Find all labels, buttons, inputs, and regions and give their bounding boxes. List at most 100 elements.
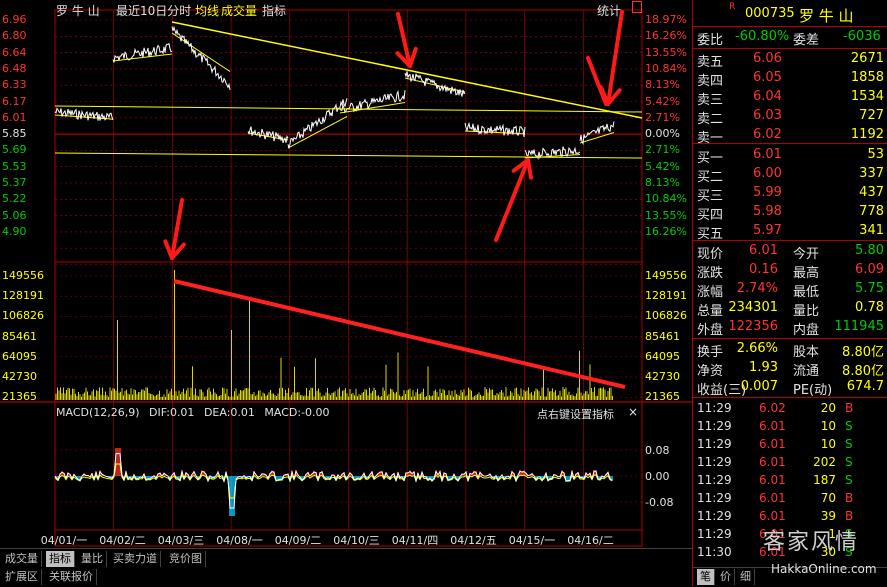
volume-tick-right: 128191 [645, 289, 687, 303]
chart-header: 罗 牛 山 最近10日分时 均线 成交量 指标 统计 [0, 0, 692, 18]
intraday-chart-area[interactable]: 罗 牛 山 最近10日分时 均线 成交量 指标 统计 6.96 6.80 6.64 6… [0, 0, 692, 587]
volume-tick-right: 42730 [645, 370, 680, 383]
volume-tick-right: 149556 [645, 269, 687, 282]
buy-row[interactable]: 买四 5.98 778 [693, 202, 887, 223]
tick-time: 11:29 [697, 491, 732, 505]
stat-value: 6.01 [749, 243, 778, 258]
pct-tick: 8.13% [645, 176, 680, 189]
date-label: 04/01/一 [40, 534, 88, 547]
macd-title: MACD(12,26,9) [56, 406, 140, 419]
stat-row: 现价 6.01 今开 5.80 [693, 241, 887, 262]
tick-volume: 187 [813, 473, 836, 487]
right-tab-1[interactable]: 价 [717, 569, 735, 585]
tick-volume: 10 [820, 419, 836, 433]
arrow-annotation-stroke [586, 56, 608, 106]
sell-volume: 1192 [850, 127, 884, 142]
volume-tick: 128191 [2, 289, 44, 303]
arrow-annotation-head [526, 158, 533, 180]
tick-time: 11:29 [697, 437, 732, 451]
date-label: 04/11/四 [391, 534, 439, 547]
volume-tick: 64095 [2, 349, 37, 363]
tick-row: 11:29 6.01 202 S [693, 454, 887, 472]
price-tick: 6.64 [2, 45, 27, 59]
pct-tick: 5.42% [645, 94, 680, 108]
sell-row[interactable]: 卖一 6.02 1192 [693, 125, 887, 146]
buy-row[interactable]: 买一 6.01 53 [693, 145, 887, 166]
stat-label: 外盘 [697, 323, 724, 338]
sell-row[interactable]: 卖二 6.03 727 [693, 106, 887, 127]
tab-3[interactable]: 买卖力道 [110, 551, 161, 567]
pct-tick: 13.55% [645, 208, 687, 222]
macd-header: MACD(12,26,9) DIF:0.01 DEA:0.01 MACD:-0.… [56, 406, 330, 419]
tick-row: 11:29 6.01 70 B [693, 490, 887, 508]
buy-price: 6.00 [753, 166, 782, 181]
tick-row: 11:29 6.01 10 S [693, 436, 887, 454]
macd-settings-hint[interactable]: 点右键设置指标 [537, 406, 614, 422]
tick-volume: 10 [820, 437, 836, 451]
price-tick: 6.48 [2, 61, 27, 75]
sell-row[interactable]: 卖四 6.05 1858 [693, 68, 887, 89]
tick-price: 6.01 [759, 437, 786, 451]
buy-row[interactable]: 买三 5.99 437 [693, 183, 887, 204]
stat-row: 涨幅 2.74% 最低 5.75 [693, 279, 887, 300]
tick-row: 11:29 6.01 10 S [693, 418, 887, 436]
volume-tick-right: 106826 [645, 309, 687, 323]
close-icon[interactable]: × [628, 405, 638, 419]
stat-value: 2.66% [736, 341, 778, 356]
date-label: 04/10/三 [333, 534, 380, 547]
tick-side: B [845, 509, 854, 523]
right-tab-0[interactable]: 笔 [697, 569, 715, 585]
tick-volume: 70 [820, 491, 836, 505]
macd-tick: -0.08 [645, 496, 674, 509]
tick-row: 11:29 6.02 20 B [693, 400, 887, 418]
buy-row[interactable]: 买五 5.97 341 [693, 221, 887, 242]
tick-price: 6.01 [759, 455, 786, 469]
tick-side: S [845, 437, 853, 451]
stock-name: 罗 牛 山 [799, 7, 854, 25]
sell-price: 6.05 [753, 70, 782, 85]
tick-row: 11:29 6.01 187 S [693, 472, 887, 490]
tick-price: 6.01 [759, 509, 786, 523]
tab-row2-1[interactable]: 关联报价 [46, 569, 97, 585]
buy-volume: 778 [859, 204, 884, 219]
sell-row[interactable]: 卖三 6.04 1534 [693, 87, 887, 108]
stats-button[interactable]: 统计 [597, 2, 621, 19]
pct-tick: 2.71% [645, 110, 680, 124]
stock-name-label: 罗 牛 山 [56, 4, 100, 18]
stat-row: 换手 2.66% 股本 8.80亿 [693, 339, 887, 360]
pct-tick: 13.55% [645, 45, 687, 59]
weicha-value: -6036 [843, 29, 881, 44]
sell-price: 6.02 [753, 127, 782, 142]
tab-row2-0[interactable]: 扩展区 [2, 569, 42, 585]
buy-volume: 437 [859, 185, 884, 200]
buy-row[interactable]: 买二 6.00 337 [693, 164, 887, 185]
volume-downtrend-annotation [173, 279, 626, 389]
tab-2[interactable]: 量比 [78, 551, 107, 567]
tick-side: B [845, 401, 854, 415]
date-label: 04/15/一 [508, 534, 556, 547]
sell-price: 6.04 [753, 89, 782, 104]
tick-side: S [845, 419, 853, 433]
right-tab-2[interactable]: 细 [737, 569, 755, 585]
tick-price: 6.01 [759, 491, 786, 505]
tick-side: S [845, 455, 853, 469]
tab-4[interactable]: 竞价图 [166, 551, 206, 567]
stat-value: 122356 [728, 319, 778, 334]
price-line [54, 25, 615, 161]
volume-toggle[interactable]: 成交量 [221, 2, 257, 19]
avg-line-toggle[interactable]: 均线 [195, 2, 219, 19]
stat-row: 收益(三) 0.007 PE(动) 674.7 [693, 377, 887, 398]
chart-canvas[interactable] [0, 0, 692, 548]
tick-time: 11:29 [697, 527, 732, 541]
tab-1[interactable]: 指标 [46, 551, 75, 567]
tab-0[interactable]: 成交量 [2, 551, 42, 567]
indicator-toggle[interactable]: 指标 [262, 2, 286, 19]
r-badge: R [729, 2, 736, 12]
volume-tick-right: 85461 [645, 329, 680, 343]
price-tick: 4.90 [2, 224, 27, 238]
maximize-icon[interactable] [632, 1, 642, 13]
stat-value: 1.93 [749, 360, 778, 375]
watermark-url: HakkaOnline.com [771, 562, 877, 576]
pct-tick: 10.84% [645, 192, 687, 206]
sell-row[interactable]: 卖五 6.06 2671 [693, 49, 887, 70]
